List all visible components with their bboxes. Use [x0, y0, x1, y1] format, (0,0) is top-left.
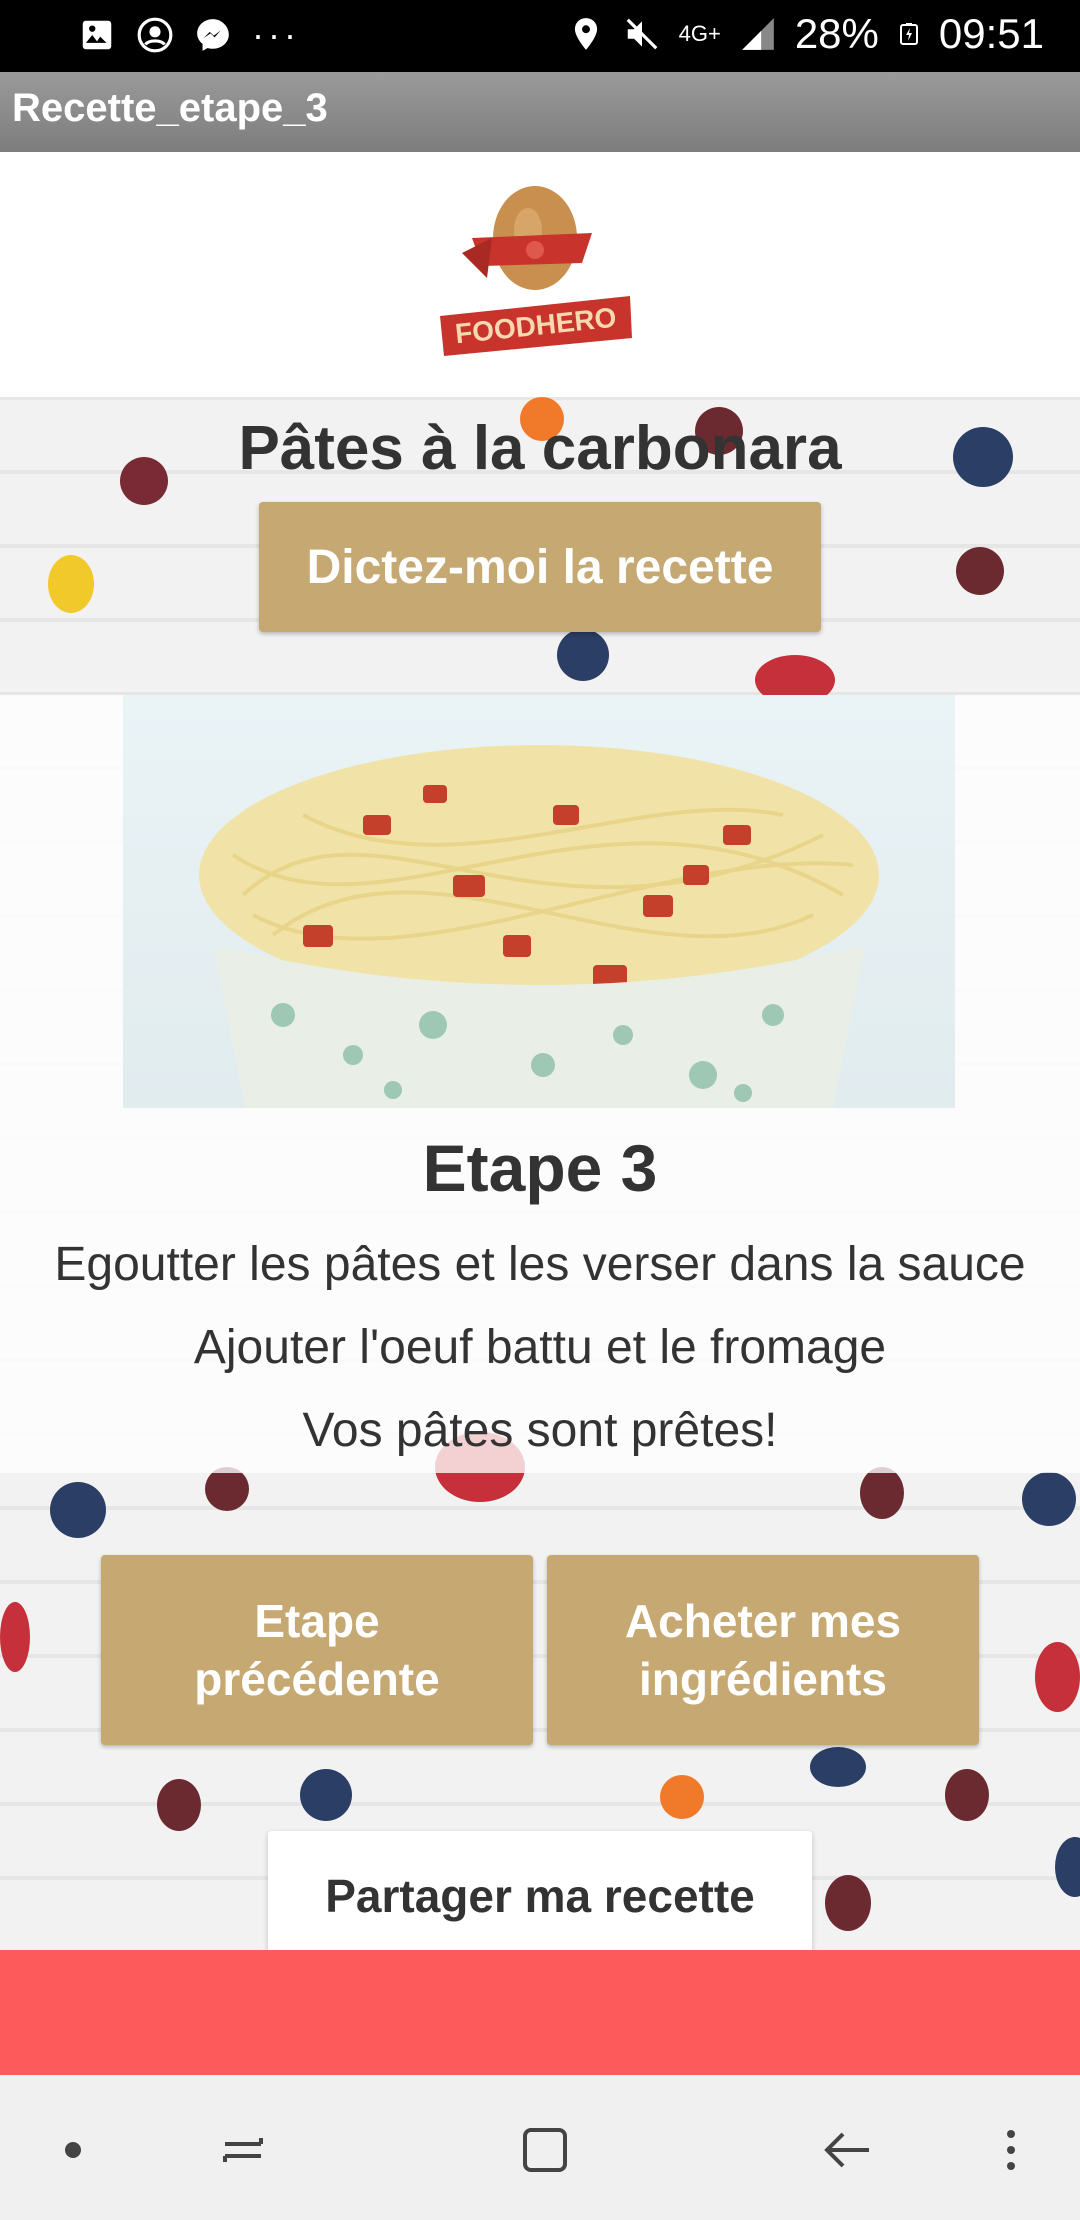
step-line-2: Ajouter l'oeuf battu et le fromage: [193, 1321, 887, 1374]
battery-percent: 28%: [794, 10, 879, 57]
dot-icon[interactable]: [38, 2115, 108, 2185]
mute-icon: [626, 18, 657, 50]
status-bar: ··· 4G+ 28% 09:51: [0, 0, 1080, 72]
step-line-3: Vos pâtes sont prêtes!: [302, 1404, 778, 1457]
recipe-title: Pâtes à la carbonara: [238, 414, 842, 483]
dictate-recipe-button[interactable]: Dictez-moi la recette: [259, 502, 821, 632]
share-recipe-button[interactable]: Partager ma recette: [268, 1831, 812, 1961]
account-circle-icon: [137, 17, 173, 53]
step-title: Etape 3: [422, 1131, 658, 1205]
battery-charging-icon: [899, 23, 918, 45]
navigation-bar: [0, 2075, 1080, 2220]
header: FOODHERO: [0, 152, 1080, 397]
foodhero-logo: FOODHERO: [440, 186, 632, 356]
previous-step-button[interactable]: Etape précédente: [101, 1555, 533, 1745]
clock: 09:51: [938, 10, 1044, 57]
app-bar: Recette_etape_3: [0, 72, 1080, 152]
messenger-icon: [197, 19, 229, 51]
network-type: 4G+: [678, 21, 721, 46]
buy-ingredients-button[interactable]: Acheter mes ingrédients: [547, 1555, 979, 1745]
back-icon[interactable]: [812, 2115, 882, 2185]
recipe-photo: [123, 695, 955, 1108]
signal-icon: [741, 18, 774, 50]
location-icon: [574, 18, 597, 50]
buy-ingredients-label-1: Acheter mes: [624, 1595, 902, 1647]
image-icon: [82, 20, 112, 50]
buy-ingredients-label-2: ingrédients: [639, 1653, 887, 1705]
page-title: Recette_etape_3: [12, 86, 328, 130]
carbonara-bowl-image: [199, 745, 879, 1108]
previous-step-label-1: Etape: [254, 1595, 380, 1647]
home-icon[interactable]: [510, 2115, 580, 2185]
recent-apps-icon[interactable]: [208, 2115, 278, 2185]
menu-dots-icon[interactable]: [976, 2115, 1046, 2185]
step-line-1: Egoutter les pâtes et les verser dans la…: [54, 1238, 1026, 1291]
bottom-banner: [0, 1950, 1080, 2075]
previous-step-label-2: précédente: [194, 1653, 440, 1705]
more-dots-icon: ···: [252, 14, 300, 55]
